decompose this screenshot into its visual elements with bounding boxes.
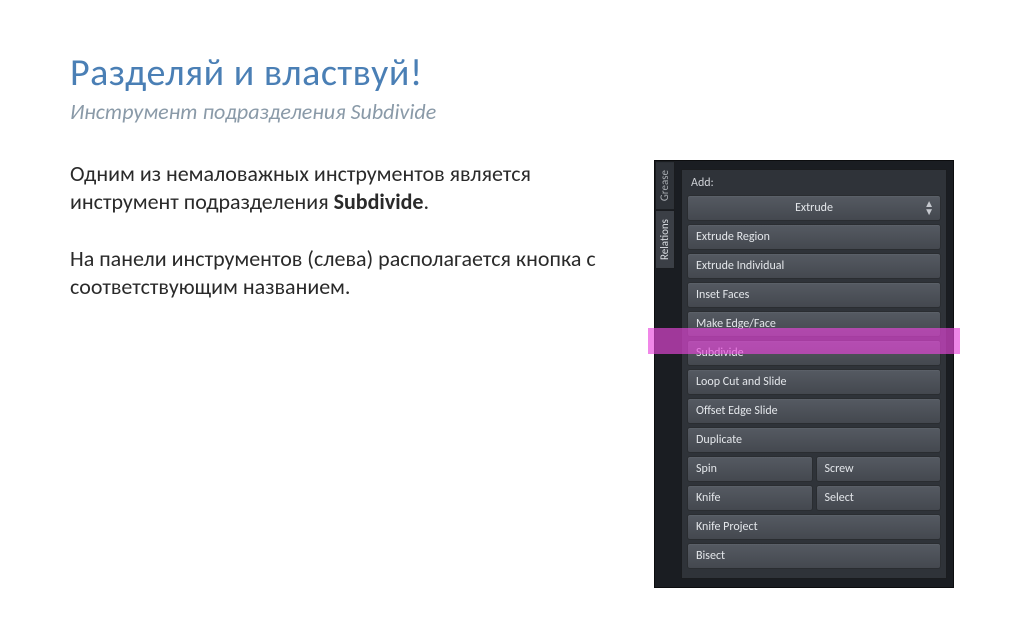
extrude-label: Extrude	[795, 201, 833, 215]
para1-part-a: Одним из немаловажных инструментов являе…	[70, 160, 531, 215]
screw-button[interactable]: Screw	[816, 456, 942, 482]
knife-project-button[interactable]: Knife Project	[687, 514, 941, 540]
slide-subtitle: Инструмент подразделения Subdivide	[70, 98, 954, 125]
inset-faces-button[interactable]: Inset Faces	[687, 282, 941, 308]
para2: На панели инструментов (слева) располага…	[70, 245, 624, 300]
para1-bold: Subdivide	[334, 188, 424, 215]
extrude-individual-button[interactable]: Extrude Individual	[687, 253, 941, 279]
subdivide-button[interactable]: Subdivide	[687, 340, 941, 366]
panel-header: Add:	[687, 174, 941, 195]
slide-title: Разделяй и властвуй!	[70, 50, 954, 96]
bisect-button[interactable]: Bisect	[687, 543, 941, 569]
blender-tool-panel: Grease Relations Add: Extrude ▲▼ Extrude…	[654, 160, 954, 588]
extrude-region-button[interactable]: Extrude Region	[687, 224, 941, 250]
panel-inner: Add: Extrude ▲▼ Extrude Region Extrude I…	[681, 169, 947, 579]
tab-grease[interactable]: Grease	[655, 161, 675, 210]
select-button[interactable]: Select	[816, 485, 942, 511]
offset-edge-button[interactable]: Offset Edge Slide	[687, 398, 941, 424]
para1-part-c: .	[424, 188, 430, 215]
extrude-button[interactable]: Extrude ▲▼	[687, 195, 941, 221]
panel-tabs: Grease Relations	[655, 161, 675, 587]
duplicate-button[interactable]: Duplicate	[687, 427, 941, 453]
spin-button[interactable]: Spin	[687, 456, 813, 482]
knife-button[interactable]: Knife	[687, 485, 813, 511]
loop-cut-button[interactable]: Loop Cut and Slide	[687, 369, 941, 395]
make-edge-face-button[interactable]: Make Edge/Face	[687, 311, 941, 337]
body-text: Одним из немаловажных инструментов являе…	[70, 160, 624, 588]
tab-relations[interactable]: Relations	[655, 210, 675, 269]
updown-icon: ▲▼	[924, 200, 934, 216]
